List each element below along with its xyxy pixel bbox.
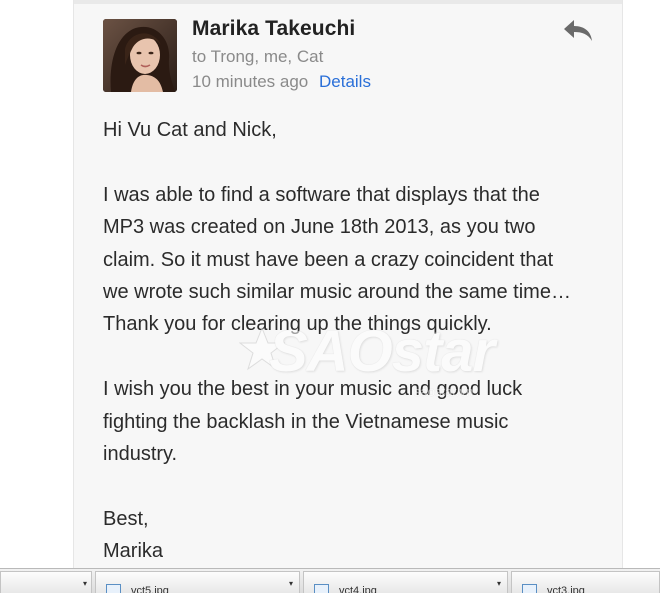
- sender-avatar[interactable]: [103, 19, 177, 92]
- body-paragraph-1: I was able to find a software that displ…: [103, 183, 571, 336]
- downloads-bar: ▾ vct5.jpg ▾ vct4.jpg ▾ vct3.jpg: [0, 568, 660, 593]
- chevron-down-icon[interactable]: ▾: [289, 579, 293, 588]
- reply-button[interactable]: [562, 16, 594, 44]
- download-item[interactable]: ▾: [0, 571, 92, 593]
- download-item-vct3[interactable]: vct3.jpg: [511, 571, 660, 593]
- greeting: Hi Vu Cat and Nick,: [103, 119, 277, 141]
- download-item-vct5[interactable]: vct5.jpg ▾: [95, 571, 300, 593]
- closing: Best,: [103, 507, 149, 530]
- details-link[interactable]: Details: [319, 72, 371, 91]
- email-body: Hi Vu Cat and Nick, I was able to find a…: [103, 114, 603, 568]
- signature: Marika: [103, 540, 164, 563]
- reply-icon: [564, 20, 592, 41]
- message-meta: 10 minutes ago Details: [192, 72, 371, 92]
- recipients-line: to Trong, me, Cat: [192, 47, 324, 66]
- chevron-down-icon[interactable]: ▾: [497, 579, 501, 588]
- body-paragraph-2: I wish you the best in your music and go…: [103, 378, 523, 466]
- sender-name: Marika Takeuchi: [192, 17, 356, 40]
- download-item-vct4[interactable]: vct4.jpg ▾: [303, 571, 508, 593]
- email-card: Marika Takeuchi to Trong, me, Cat 10 min…: [73, 0, 623, 568]
- card-top-border: [74, 0, 622, 4]
- avatar-photo: [103, 19, 177, 92]
- chevron-down-icon[interactable]: ▾: [83, 579, 87, 588]
- timestamp: 10 minutes ago: [192, 72, 309, 91]
